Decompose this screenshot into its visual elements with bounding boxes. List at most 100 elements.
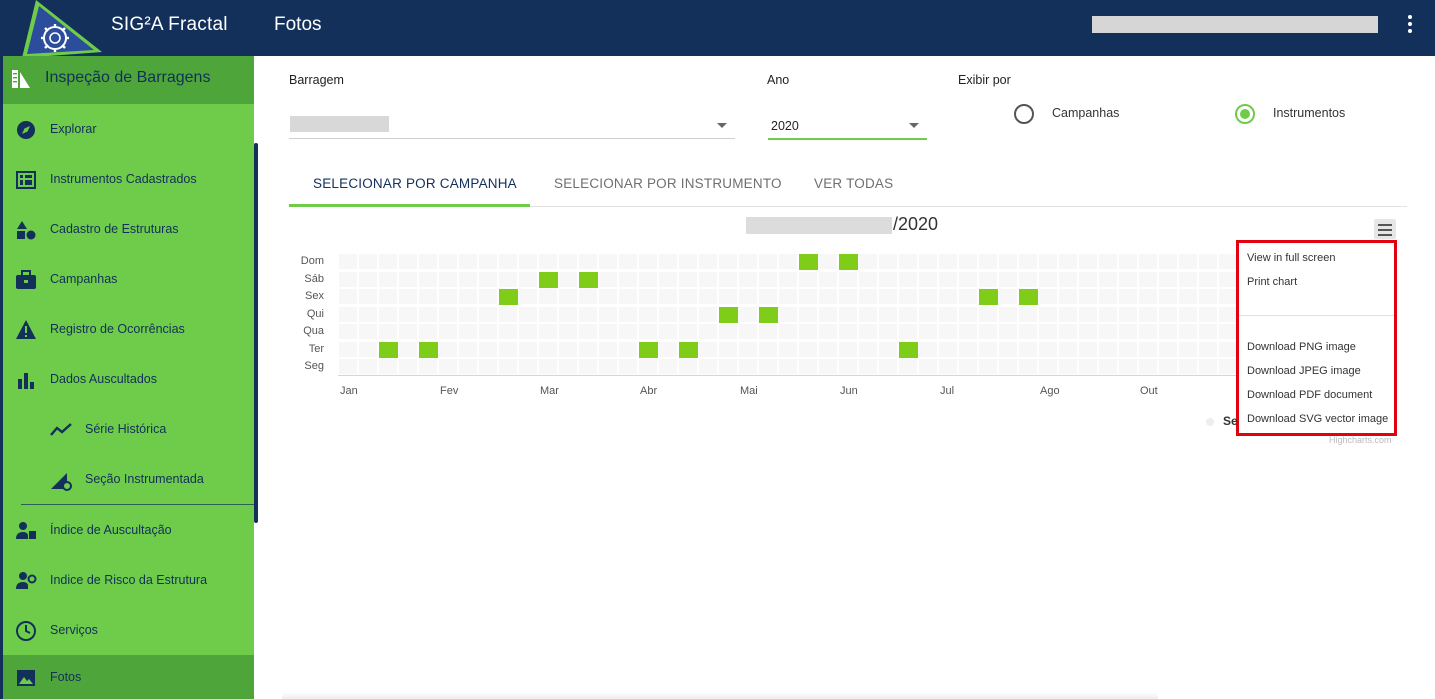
heatmap-cell — [1078, 323, 1098, 340]
sidebar-header[interactable]: Inspeção de Barragens — [3, 56, 254, 104]
heatmap-cell — [838, 358, 858, 375]
heatmap-cell — [978, 358, 998, 375]
heatmap-cell — [578, 358, 598, 375]
compass-icon — [17, 121, 35, 139]
heatmap-cell — [1058, 253, 1078, 270]
radio-instrumentos-label: Instrumentos — [1273, 106, 1346, 120]
menu-item-print-chart[interactable]: Print chart — [1247, 276, 1297, 288]
heatmap-cell — [398, 253, 418, 270]
sidebar-item-cadastro-estruturas[interactable]: Cadastro de Estruturas — [3, 207, 254, 251]
heatmap-cell — [958, 270, 978, 288]
heatmap-cell — [598, 270, 618, 288]
heatmap-point[interactable] — [539, 271, 558, 288]
barragem-select[interactable] — [289, 112, 735, 139]
chart-credits[interactable]: Highcharts.com — [1329, 435, 1392, 445]
sidebar-item-ocorrencias[interactable]: Registro de Ocorrências — [3, 307, 254, 351]
tab-ver-todas[interactable]: VER TODAS — [814, 176, 893, 191]
radio-instrumentos[interactable] — [1235, 104, 1255, 124]
heatmap-cell — [738, 288, 758, 305]
tab-selecionar-campanha[interactable]: SELECIONAR POR CAMPANHA — [313, 176, 517, 191]
heatmap-point[interactable] — [1019, 289, 1038, 305]
heatmap-cell — [1218, 340, 1238, 358]
chart-menu-icon[interactable] — [1374, 219, 1396, 239]
chevron-down-icon — [717, 123, 727, 128]
heatmap-cell — [1198, 358, 1218, 375]
heatmap-cell — [558, 358, 578, 375]
sidebar-item-indice-risco[interactable]: Indice de Risco da Estrutura — [3, 558, 254, 602]
heatmap-point[interactable] — [759, 306, 778, 323]
sidebar-item-indice-auscultacao[interactable]: Índice de Auscultação — [3, 508, 254, 552]
heatmap-cell — [418, 270, 438, 288]
heatmap-cell — [558, 270, 578, 288]
chevron-down-icon — [909, 123, 919, 128]
heatmap-point[interactable] — [799, 254, 818, 270]
heatmap-cell — [578, 253, 598, 270]
sidebar-item-campanhas[interactable]: Campanhas — [3, 257, 254, 301]
menu-item-full-screen[interactable]: View in full screen — [1247, 252, 1335, 264]
heatmap-cell — [578, 288, 598, 305]
heatmap-cell — [878, 323, 898, 340]
heatmap-cell — [678, 288, 698, 305]
heatmap-cell — [778, 288, 798, 305]
more-options-icon[interactable] — [1400, 12, 1420, 38]
menu-item-download-svg[interactable]: Download SVG vector image — [1247, 413, 1388, 425]
heatmap-cell — [778, 305, 798, 323]
heatmap-cell — [618, 270, 638, 288]
heatmap-point[interactable] — [419, 341, 438, 358]
heatmap-cell — [378, 270, 398, 288]
heatmap-cell — [1018, 340, 1038, 358]
heatmap-cell — [718, 323, 738, 340]
warning-icon — [16, 320, 36, 339]
menu-item-download-pdf[interactable]: Download PDF document — [1247, 389, 1372, 401]
heatmap-cell — [1038, 323, 1058, 340]
sidebar-item-servicos[interactable]: Serviços — [3, 608, 254, 652]
heatmap-cell — [918, 288, 938, 305]
heatmap-cell — [598, 340, 618, 358]
heatmap-cell — [858, 340, 878, 358]
ano-select[interactable]: 2020 — [768, 112, 927, 140]
heatmap-point[interactable] — [379, 341, 398, 358]
sidebar-item-serie-historica[interactable]: Série Histórica — [3, 407, 254, 451]
heatmap-point[interactable] — [719, 306, 738, 323]
heatmap-cell — [1198, 305, 1218, 323]
heatmap-cell — [598, 323, 618, 340]
heatmap-cell — [898, 270, 918, 288]
x-axis-line — [338, 375, 1238, 376]
heatmap-cell — [598, 288, 618, 305]
sidebar-scrollbar[interactable] — [254, 143, 258, 523]
heatmap-cell — [1138, 340, 1158, 358]
heatmap-cell — [698, 358, 718, 375]
legend-label[interactable]: Se — [1223, 414, 1238, 428]
heatmap-point[interactable] — [979, 289, 998, 305]
heatmap-cell — [1038, 358, 1058, 375]
heatmap-cell — [918, 253, 938, 270]
menu-item-download-png[interactable]: Download PNG image — [1247, 341, 1356, 353]
sidebar-item-dados-auscultados[interactable]: Dados Auscultados — [3, 357, 254, 401]
heatmap-cell — [1138, 323, 1158, 340]
heatmap-cell — [998, 253, 1018, 270]
sidebar-item-secao-instrumentada[interactable]: Seção Instrumentada — [3, 457, 254, 501]
heatmap-point[interactable] — [639, 341, 658, 358]
radio-campanhas[interactable] — [1014, 104, 1034, 124]
heatmap-point[interactable] — [679, 341, 698, 358]
menu-item-download-jpeg[interactable]: Download JPEG image — [1247, 365, 1361, 377]
heatmap-cell — [358, 270, 378, 288]
heatmap-cell — [1198, 323, 1218, 340]
heatmap-point[interactable] — [839, 254, 858, 270]
sidebar-item-fotos[interactable]: Fotos — [3, 655, 254, 699]
app-logo-icon[interactable] — [22, 0, 104, 62]
x-axis-tick-label: Jan — [340, 385, 358, 397]
tab-selecionar-instrumento[interactable]: SELECIONAR POR INSTRUMENTO — [554, 176, 782, 191]
heatmap-point[interactable] — [499, 289, 518, 305]
heatmap-point[interactable] — [899, 341, 918, 358]
heatmap-cell — [1218, 358, 1238, 375]
sidebar-item-explorar[interactable]: Explorar — [3, 107, 254, 151]
heatmap-cell — [738, 253, 758, 270]
heatmap-cell — [738, 358, 758, 375]
top-app-bar: SIG²A Fractal Fotos — [0, 0, 1435, 58]
heatmap-cell — [878, 358, 898, 375]
legend-symbol[interactable] — [1206, 418, 1214, 426]
heatmap-point[interactable] — [579, 271, 598, 288]
sidebar-item-instrumentos[interactable]: Instrumentos Cadastrados — [3, 157, 254, 201]
radio-campanhas-label: Campanhas — [1052, 106, 1120, 120]
